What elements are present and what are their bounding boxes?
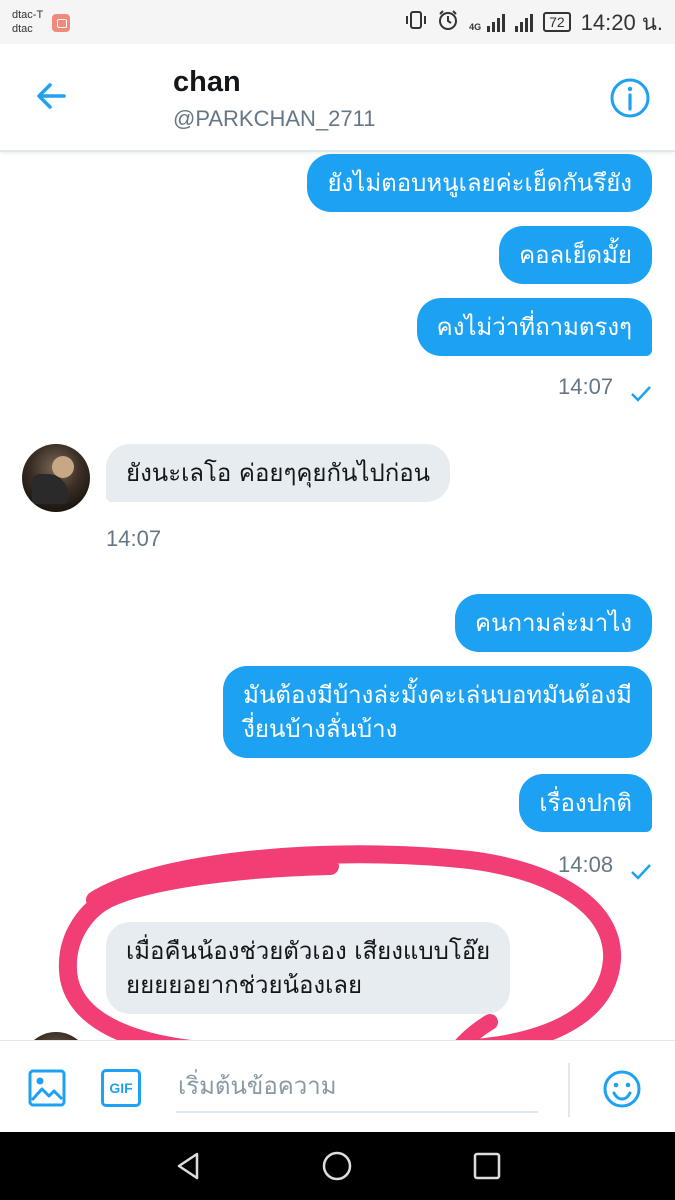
back-button[interactable]: [30, 74, 74, 118]
carrier-names: dtac-T dtac: [12, 8, 43, 36]
add-image-button[interactable]: [28, 1069, 66, 1107]
notification-app-icon: [52, 14, 70, 32]
recents-nav-icon[interactable]: [470, 1149, 504, 1183]
message-bubble-outgoing[interactable]: ยังไม่ตอบหนูเลยค่ะเย็ดกันรึยัง: [307, 154, 652, 212]
vibrate-icon: [405, 9, 427, 35]
info-circle-icon: [610, 78, 650, 118]
message-bubble-outgoing[interactable]: คนกามล่ะมาไง: [455, 594, 652, 652]
read-check-icon: [631, 864, 651, 880]
avatar[interactable]: [22, 444, 90, 512]
message-bubble-outgoing[interactable]: คงไม่ว่าที่ถามตรงๆ: [416, 298, 652, 356]
message-timestamp: 14:07: [558, 374, 614, 399]
divider: [568, 1063, 570, 1117]
message-composer: GIF: [0, 1040, 675, 1132]
message-bubble-incoming[interactable]: ยังนะเลโอ ค่อยๆคุยกันไปก่อน: [106, 444, 451, 502]
system-nav-bar: [0, 1132, 675, 1200]
message-text: คงไม่ว่าที่ถามตรงๆ: [436, 313, 632, 341]
image-icon: [28, 1069, 66, 1107]
status-bar: dtac-T dtac 4G 72 14:20 น.: [0, 0, 675, 44]
message-bubble-outgoing[interactable]: คอลเย็ดมั้ย: [499, 226, 652, 284]
add-gif-button[interactable]: GIF: [101, 1069, 141, 1107]
message-text: คนกามล่ะมาไง: [475, 609, 632, 637]
info-button[interactable]: [608, 76, 652, 120]
emoji-icon: [603, 1070, 641, 1108]
contact-name: chan: [173, 66, 241, 98]
message-text: ยังนะเลโอ ค่อยๆคุยกันไปก่อน: [126, 459, 431, 487]
status-time: 14:20 น.: [580, 9, 663, 35]
message-bubble-incoming[interactable]: เมื่อคืนน้องช่วยตัวเอง เสียงแบบโอ๊ย ยยยย…: [106, 922, 511, 1014]
message-list[interactable]: ยังไม่ตอบหนูเลยค่ะเย็ดกันรึยัง คอลเย็ดมั…: [0, 152, 675, 1040]
message-timestamp: 14:07: [106, 526, 162, 551]
carrier-2: dtac: [12, 23, 33, 35]
battery-level: 72: [543, 12, 571, 32]
read-check-icon: [631, 386, 651, 402]
message-bubble-outgoing[interactable]: เรื่องปกติ: [519, 774, 652, 832]
message-text: คอลเย็ดมั้ย: [519, 241, 632, 269]
conversation-header: chan @PARKCHAN_2711: [0, 44, 675, 152]
signal-icon: [515, 12, 534, 32]
avatar[interactable]: [22, 1032, 90, 1040]
message-text: เรื่องปกติ: [539, 789, 632, 817]
signal-4g-icon: 4G: [469, 12, 506, 32]
emoji-button[interactable]: [602, 1069, 642, 1109]
message-timestamp: 14:08: [558, 852, 614, 877]
message-text-line: ยยยยอยากช่วยน้องเลย: [126, 971, 363, 999]
alarm-icon: [437, 9, 459, 35]
home-nav-icon[interactable]: [320, 1149, 354, 1183]
arrow-left-icon: [37, 83, 66, 109]
contact-handle: @PARKCHAN_2711: [173, 106, 376, 131]
message-text-line: มันต้องมีบ้างล่ะมั้งคะเล่นบอทมันต้องมี: [243, 681, 632, 709]
message-text-line: เมื่อคืนน้องช่วยตัวเอง เสียงแบบโอ๊ย: [126, 937, 491, 965]
message-input[interactable]: [176, 1061, 538, 1113]
message-text: ยังไม่ตอบหนูเลยค่ะเย็ดกันรึยัง: [327, 169, 632, 197]
back-nav-icon[interactable]: [171, 1149, 205, 1183]
message-bubble-outgoing[interactable]: มันต้องมีบ้างล่ะมั้งคะเล่นบอทมันต้องมี ง…: [223, 666, 652, 758]
message-text-line: งี่ยนบ้างลั่นบ้าง: [243, 715, 398, 743]
carrier-1: dtac-T: [12, 9, 44, 21]
